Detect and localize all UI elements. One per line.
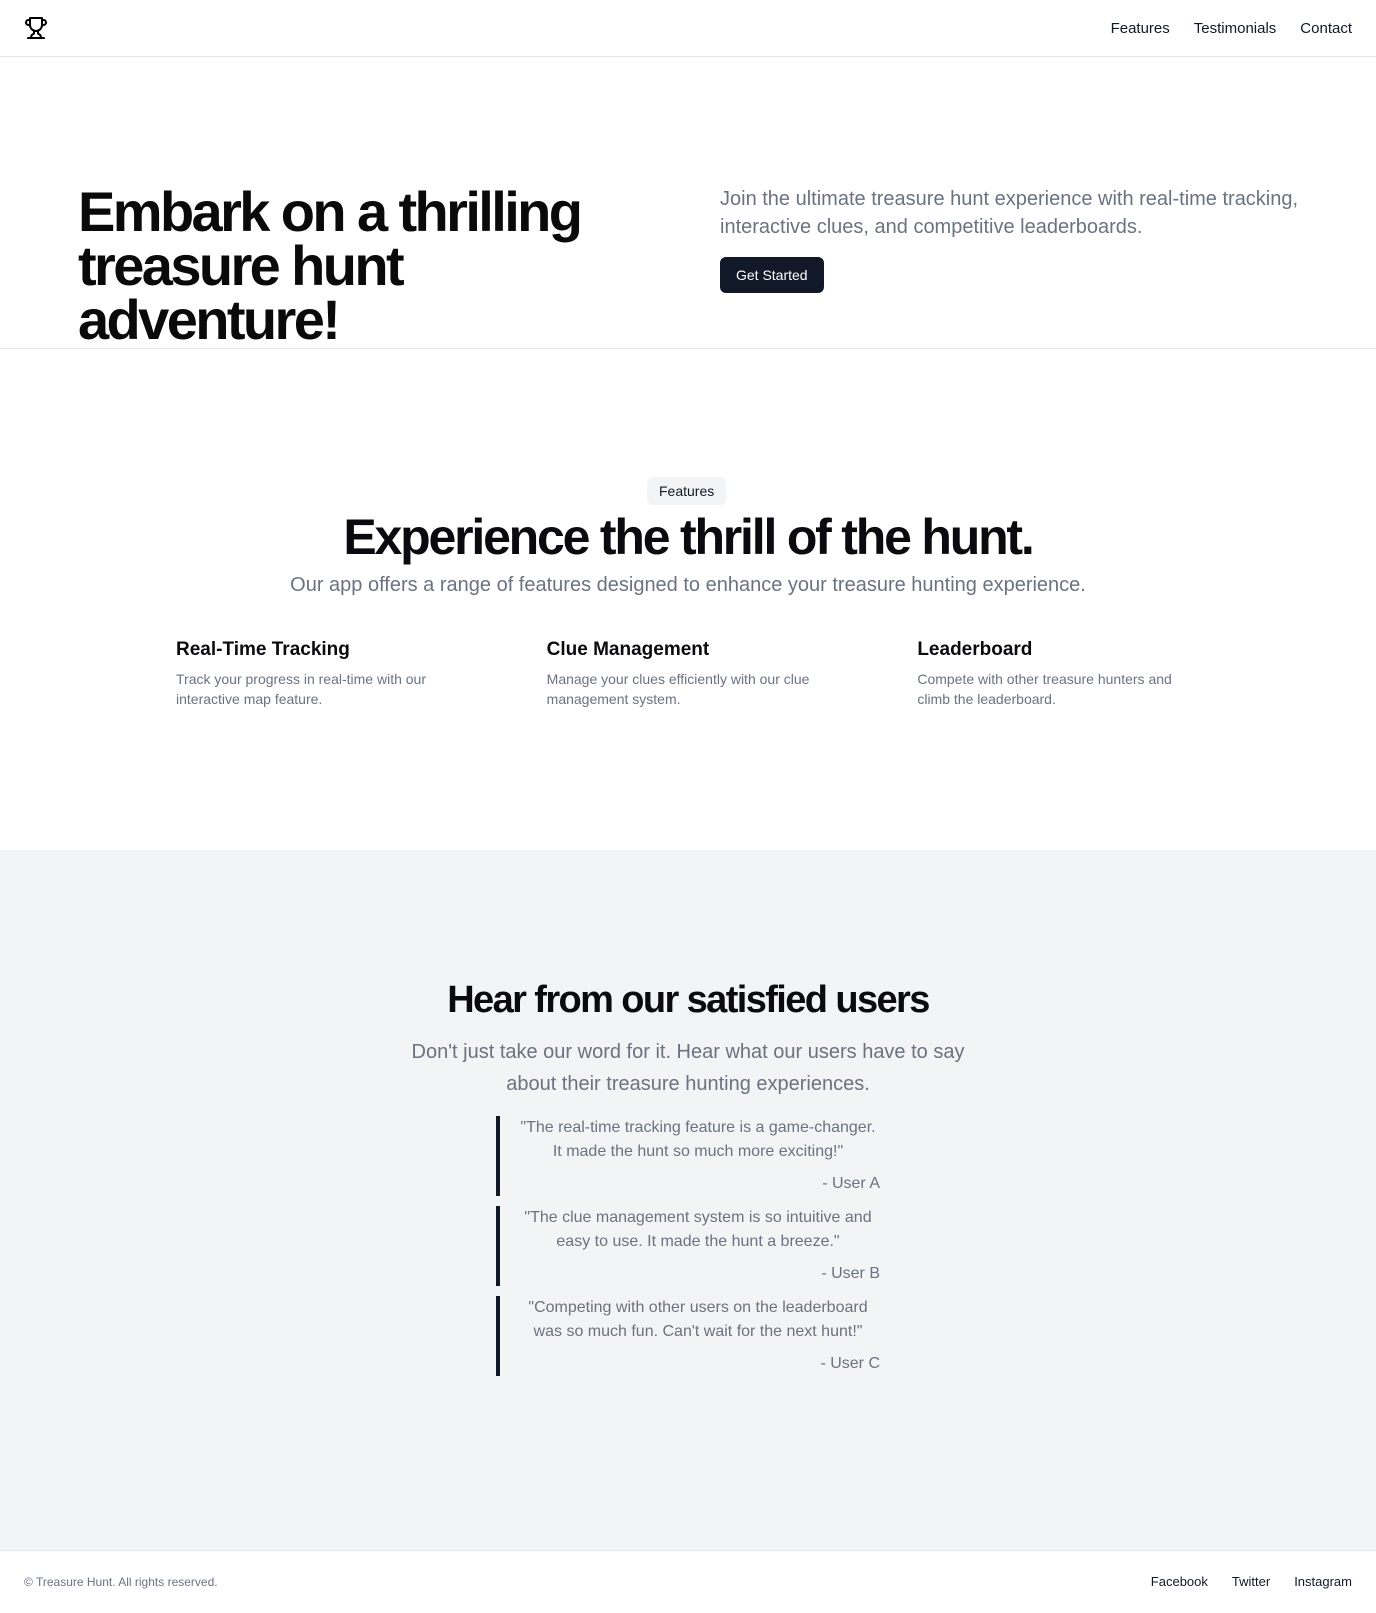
footer-links: Facebook Twitter Instagram bbox=[1151, 1574, 1352, 1589]
features-title: Experience the thrill of the hunt. bbox=[343, 509, 1034, 565]
testimonial-quote: "Competing with other users on the leade… bbox=[496, 1296, 880, 1376]
hero-section: Embark on a thrilling treasure hunt adve… bbox=[0, 57, 1376, 349]
features-section: Features Experience the thrill of the hu… bbox=[0, 349, 1376, 850]
get-started-button[interactable]: Get Started bbox=[720, 257, 824, 293]
quote-text: "The real-time tracking feature is a gam… bbox=[520, 1119, 876, 1160]
site-header: Features Testimonials Contact bbox=[0, 0, 1376, 57]
feature-card-clue-management: Clue Management Manage your clues effici… bbox=[547, 637, 830, 709]
quote-list: "The real-time tracking feature is a gam… bbox=[496, 1116, 880, 1386]
trophy-icon[interactable] bbox=[24, 16, 48, 40]
site-footer: © Treasure Hunt. All rights reserved. Fa… bbox=[0, 1550, 1376, 1612]
feature-grid: Real-Time Tracking Track your progress i… bbox=[176, 637, 1200, 709]
nav-link-testimonials[interactable]: Testimonials bbox=[1194, 20, 1277, 37]
main-nav: Features Testimonials Contact bbox=[1111, 20, 1352, 37]
hero-right: Join the ultimate treasure hunt experien… bbox=[720, 185, 1300, 293]
quote-text: "Competing with other users on the leade… bbox=[528, 1299, 868, 1340]
feature-card-real-time-tracking: Real-Time Tracking Track your progress i… bbox=[176, 637, 459, 709]
footer-link-instagram[interactable]: Instagram bbox=[1294, 1574, 1352, 1589]
features-badge: Features bbox=[647, 477, 727, 505]
feature-title: Real-Time Tracking bbox=[176, 639, 350, 660]
hero-description: Join the ultimate treasure hunt experien… bbox=[720, 188, 1299, 238]
nav-link-features[interactable]: Features bbox=[1111, 20, 1170, 37]
testimonial-quote: "The clue management system is so intuit… bbox=[496, 1206, 880, 1286]
feature-card-leaderboard: Leaderboard Compete with other treasure … bbox=[917, 637, 1200, 709]
testimonials-subtitle: Don't just take our word for it. Hear wh… bbox=[411, 1041, 965, 1095]
features-subtitle: Our app offers a range of features desig… bbox=[290, 574, 1086, 596]
quote-author: - User B bbox=[821, 1265, 880, 1282]
footer-link-facebook[interactable]: Facebook bbox=[1151, 1574, 1208, 1589]
feature-description: Track your progress in real-time with ou… bbox=[176, 671, 427, 707]
quote-author: - User C bbox=[820, 1355, 880, 1372]
testimonial-quote: "The real-time tracking feature is a gam… bbox=[496, 1116, 880, 1196]
quote-author: - User A bbox=[822, 1175, 880, 1192]
footer-link-twitter[interactable]: Twitter bbox=[1232, 1574, 1270, 1589]
feature-title: Leaderboard bbox=[917, 639, 1033, 660]
feature-description: Manage your clues efficiently with our c… bbox=[546, 671, 810, 707]
quote-text: "The clue management system is so intuit… bbox=[524, 1209, 872, 1250]
testimonials-section: Hear from our satisfied users Don't just… bbox=[0, 850, 1376, 1550]
hero-title: Embark on a thrilling treasure hunt adve… bbox=[78, 180, 583, 351]
feature-description: Compete with other treasure hunters and … bbox=[917, 671, 1172, 707]
testimonials-title: Hear from our satisfied users bbox=[447, 979, 930, 1021]
nav-link-contact[interactable]: Contact bbox=[1300, 20, 1352, 37]
copyright-text: © Treasure Hunt. All rights reserved. bbox=[24, 1574, 218, 1589]
feature-title: Clue Management bbox=[546, 639, 710, 660]
